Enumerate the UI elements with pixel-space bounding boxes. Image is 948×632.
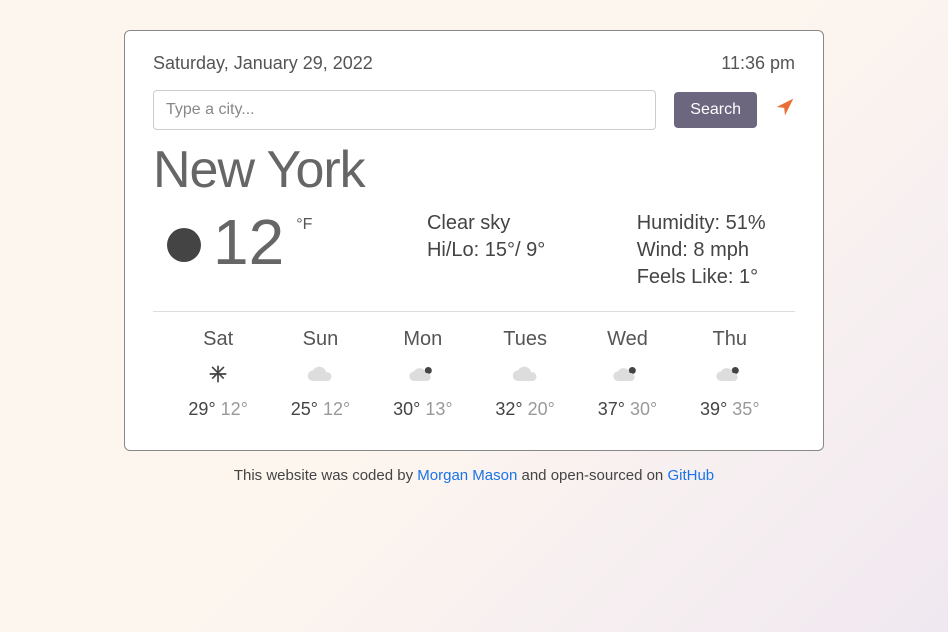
- current-condition-icon: [167, 228, 201, 262]
- forecast-temps: 30 13: [378, 399, 468, 420]
- today-hi: 15: [485, 239, 515, 261]
- forecast-cloud-sun-icon: [582, 361, 672, 387]
- forecast-hi: 29: [188, 399, 215, 419]
- feelslike-value: 1°: [739, 266, 758, 288]
- humidity-row: Humidity: 51%: [637, 210, 766, 237]
- forecast-day: Sun 25 12: [275, 328, 365, 420]
- today-lo: 9: [526, 239, 545, 261]
- feelslike-label: Feels Like:: [637, 266, 734, 288]
- forecast-cloud-sun-icon: [685, 361, 775, 387]
- divider: [153, 311, 795, 312]
- wind-label: Wind:: [637, 239, 688, 261]
- forecast-temps: 25 12: [275, 399, 365, 420]
- forecast-lo: 13: [425, 399, 452, 419]
- forecast-hi: 37: [598, 399, 625, 419]
- forecast-lo: 35: [732, 399, 759, 419]
- city-name: New York: [153, 140, 795, 200]
- current-time: 11:36 pm: [721, 53, 795, 74]
- footer: This website was coded by Morgan Mason a…: [0, 467, 948, 484]
- current-date: Saturday, January 29, 2022: [153, 53, 373, 74]
- hilo-text: Hi/Lo: 15/ 9: [427, 237, 607, 264]
- feelslike-row: Feels Like: 1°: [637, 264, 766, 291]
- forecast-day: Sat 29 12: [173, 328, 263, 420]
- forecast-lo: 12: [221, 399, 248, 419]
- humidity-value: 51%: [726, 212, 766, 234]
- humidity-label: Humidity:: [637, 212, 720, 234]
- search-button[interactable]: Search: [674, 92, 757, 128]
- temperature-block: 12 °F: [153, 210, 397, 291]
- forecast-temps: 29 12: [173, 399, 263, 420]
- forecast-cloud-icon: [275, 361, 365, 387]
- forecast-day: Thu 39 35: [685, 328, 775, 420]
- forecast-day-name: Sat: [173, 328, 263, 351]
- forecast-cloud-sun-icon: [378, 361, 468, 387]
- city-search-input[interactable]: [153, 90, 656, 130]
- current-temp: 12: [213, 210, 284, 274]
- footer-text-2: and open-sourced on: [517, 467, 667, 484]
- forecast-day-name: Sun: [275, 328, 365, 351]
- forecast-day: Tues 32 20: [480, 328, 570, 420]
- temp-unit: °F: [296, 216, 312, 234]
- forecast-snowflake-icon: [173, 361, 263, 387]
- author-link[interactable]: Morgan Mason: [417, 467, 517, 484]
- hilo-prefix: Hi/Lo:: [427, 239, 485, 261]
- forecast-day-name: Wed: [582, 328, 672, 351]
- forecast-row: Sat 29 12 Sun 25 12 Mon 30 13 Tues 32 20 Wed 37 3…: [153, 328, 795, 420]
- condition-text: Clear sky: [427, 210, 607, 237]
- condition-block: Clear sky Hi/Lo: 15/ 9: [427, 210, 607, 291]
- forecast-lo: 12: [323, 399, 350, 419]
- location-arrow-icon[interactable]: [775, 97, 795, 123]
- forecast-temps: 39 35: [685, 399, 775, 420]
- forecast-hi: 25: [291, 399, 318, 419]
- wind-row: Wind: 8 mph: [637, 237, 766, 264]
- forecast-day: Wed 37 30: [582, 328, 672, 420]
- forecast-temps: 32 20: [480, 399, 570, 420]
- forecast-day-name: Thu: [685, 328, 775, 351]
- forecast-hi: 32: [495, 399, 522, 419]
- forecast-day-name: Mon: [378, 328, 468, 351]
- header-line: Saturday, January 29, 2022 11:36 pm: [153, 53, 795, 74]
- forecast-hi: 39: [700, 399, 727, 419]
- meta-block: Humidity: 51% Wind: 8 mph Feels Like: 1°: [637, 210, 766, 291]
- search-row: Search: [153, 90, 795, 130]
- forecast-temps: 37 30: [582, 399, 672, 420]
- current-weather: 12 °F Clear sky Hi/Lo: 15/ 9 Humidity: 5…: [153, 210, 795, 291]
- wind-value: 8 mph: [693, 239, 749, 261]
- forecast-hi: 30: [393, 399, 420, 419]
- forecast-day: Mon 30 13: [378, 328, 468, 420]
- forecast-lo: 30: [630, 399, 657, 419]
- forecast-day-name: Tues: [480, 328, 570, 351]
- github-link[interactable]: GitHub: [667, 467, 714, 484]
- forecast-cloud-icon: [480, 361, 570, 387]
- weather-card: Saturday, January 29, 2022 11:36 pm Sear…: [124, 30, 824, 451]
- forecast-lo: 20: [528, 399, 555, 419]
- footer-text-1: This website was coded by: [234, 467, 417, 484]
